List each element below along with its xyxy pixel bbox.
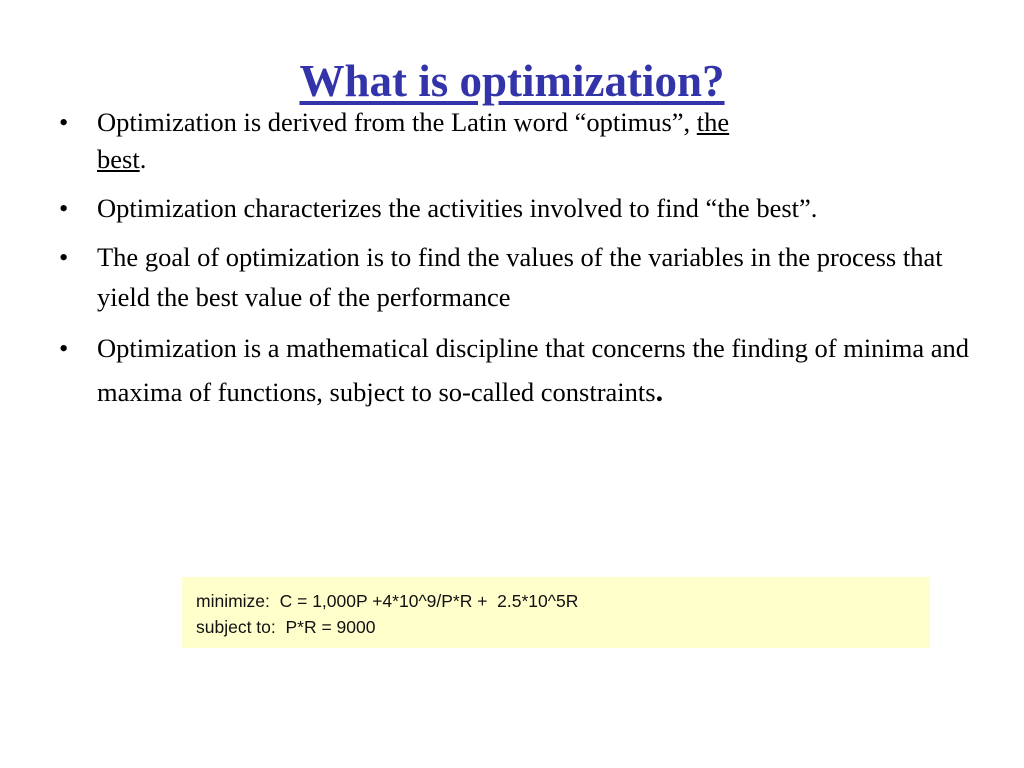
bullet-4-body: Optimization is a mathematical disciplin… — [97, 333, 970, 407]
bullet-marker-icon: • — [59, 193, 69, 223]
list-item: • Optimization is derived from the Latin… — [56, 104, 974, 178]
bullet-1-lead-text: Optimization is derived from the Latin w… — [97, 107, 697, 137]
list-item: • The goal of optimization is to find th… — [56, 237, 974, 317]
bullet-text-discipline: Optimization is a mathematical disciplin… — [97, 326, 974, 414]
bullet-text-characterizes: Optimization characterizes the activitie… — [97, 193, 818, 223]
bullet-text-goal: The goal of optimization is to find the … — [97, 242, 943, 312]
bullet-marker-icon: • — [59, 107, 69, 137]
equation-callout-box: minimize: C = 1,000P +4*10^9/P*R + 2.5*1… — [182, 577, 930, 648]
bullet-1-underlined-the: the — [696, 107, 730, 137]
page-title: What is optimization? — [299, 56, 725, 107]
list-item: • Optimization is a mathematical discipl… — [56, 326, 974, 414]
bullet-text-latin-origin: Optimization is derived from the Latin w… — [97, 104, 974, 178]
equation-constraint-line: subject to: P*R = 9000 — [196, 617, 376, 637]
bullet-1-terminal-period: . — [139, 144, 147, 174]
slide-canvas: What is optimization? • Optimization is … — [0, 0, 1024, 768]
bullet-marker-icon: • — [59, 333, 69, 363]
list-item: • Optimization characterizes the activit… — [56, 190, 974, 227]
equation-objective-line: minimize: C = 1,000P +4*10^9/P*R + 2.5*1… — [196, 591, 579, 611]
bullet-list: • Optimization is derived from the Latin… — [56, 104, 974, 414]
bullet-1-underlined-best: best — [97, 144, 140, 174]
bullet-4-terminal-period: . — [655, 375, 664, 408]
bullet-1-second-line: best. — [97, 141, 974, 178]
bullet-marker-icon: • — [59, 242, 69, 272]
